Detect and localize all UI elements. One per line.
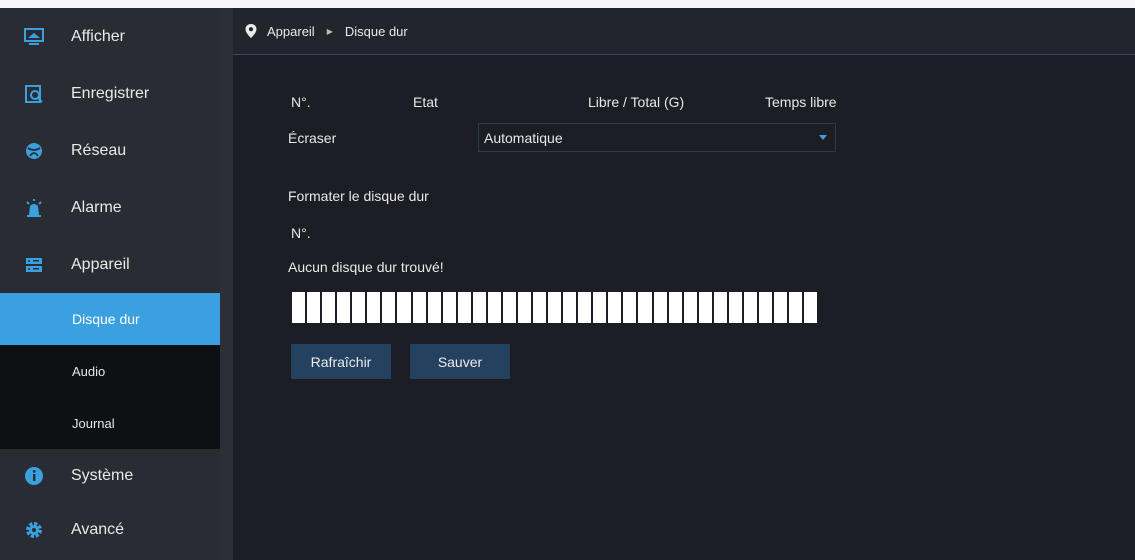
progress-segment xyxy=(502,292,516,323)
sidebar-item-label: Alarme xyxy=(71,198,122,216)
progress-segment xyxy=(412,292,426,323)
monitor-icon xyxy=(24,27,44,47)
format-progress-bar xyxy=(292,292,818,323)
sidebar-item-label: Avancé xyxy=(71,521,125,538)
record-search-icon xyxy=(24,84,44,104)
progress-segment xyxy=(548,292,562,323)
progress-segment xyxy=(804,292,818,323)
progress-segment xyxy=(774,292,788,323)
progress-segment xyxy=(337,292,351,323)
progress-segment xyxy=(322,292,336,323)
progress-segment xyxy=(668,292,682,323)
refresh-button[interactable]: Rafraîchir xyxy=(291,344,391,379)
column-header-etat: Etat xyxy=(413,94,438,110)
progress-segment xyxy=(487,292,501,323)
progress-segment xyxy=(457,292,471,323)
progress-segment xyxy=(789,292,803,323)
breadcrumb-separator-icon: ▶ xyxy=(326,26,333,36)
progress-segment xyxy=(367,292,381,323)
progress-segment xyxy=(397,292,411,323)
progress-segment xyxy=(352,292,366,323)
breadcrumb-parent[interactable]: Appareil xyxy=(267,24,315,39)
sidebar-item-alarme[interactable]: Alarme xyxy=(0,179,220,236)
sidebar-subitem-label: Disque dur xyxy=(72,311,140,327)
sidebar-subitem-audio[interactable]: Audio xyxy=(0,345,220,397)
progress-segment xyxy=(472,292,486,323)
column-header-temps-libre: Temps libre xyxy=(765,94,837,110)
progress-segment xyxy=(638,292,652,323)
sidebar-item-label: Réseau xyxy=(71,141,127,159)
progress-segment xyxy=(758,292,772,323)
sidebar-item-label: Appareil xyxy=(71,255,130,273)
sidebar-item-systeme[interactable]: Système xyxy=(0,449,220,503)
format-title: Formater le disque dur xyxy=(288,188,429,204)
progress-segment xyxy=(442,292,456,323)
overwrite-label: Écraser xyxy=(288,130,337,146)
progress-segment xyxy=(608,292,622,323)
save-button[interactable]: Sauver xyxy=(410,344,510,379)
progress-segment xyxy=(307,292,321,323)
sidebar-subitem-disque-dur[interactable]: Disque dur xyxy=(0,293,220,345)
progress-segment xyxy=(623,292,637,323)
column-header-libre-total: Libre / Total (G) xyxy=(588,94,685,110)
progress-segment xyxy=(292,292,306,323)
sidebar-item-label: Enregistrer xyxy=(71,84,150,102)
location-pin-icon xyxy=(245,24,257,38)
progress-segment xyxy=(578,292,592,323)
progress-segment xyxy=(713,292,727,323)
breadcrumb: Appareil ▶ Disque dur xyxy=(233,8,1135,55)
sidebar-item-label: Système xyxy=(71,467,134,484)
no-disk-message: Aucun disque dur trouvé! xyxy=(288,259,444,275)
device-icon xyxy=(24,255,44,275)
column-header-no: N°. xyxy=(291,94,311,110)
progress-segment xyxy=(517,292,531,323)
overwrite-select-value: Automatique xyxy=(484,129,563,146)
progress-segment xyxy=(728,292,742,323)
progress-segment xyxy=(427,292,441,323)
progress-segment xyxy=(743,292,757,323)
progress-segment xyxy=(382,292,396,323)
sidebar-item-avance[interactable]: Avancé xyxy=(0,503,220,557)
chevron-down-icon xyxy=(819,135,827,140)
progress-segment xyxy=(593,292,607,323)
sidebar-subitem-label: Journal xyxy=(72,415,115,431)
main-content: N°. Etat Libre / Total (G) Temps libre É… xyxy=(233,56,1135,560)
progress-segment xyxy=(563,292,577,323)
sidebar-item-appareil[interactable]: Appareil xyxy=(0,236,220,293)
info-icon xyxy=(24,466,44,486)
progress-segment xyxy=(698,292,712,323)
breadcrumb-current: Disque dur xyxy=(344,23,408,39)
progress-segment xyxy=(683,292,697,323)
gear-icon xyxy=(24,520,44,540)
format-no-label: N°. xyxy=(291,225,311,241)
progress-segment xyxy=(653,292,667,323)
alarm-icon xyxy=(24,198,44,218)
globe-icon xyxy=(24,141,44,161)
top-strip xyxy=(0,0,1135,8)
sidebar-item-reseau[interactable]: Réseau xyxy=(0,122,220,179)
progress-segment xyxy=(533,292,547,323)
sidebar-divider xyxy=(220,8,233,560)
overwrite-select[interactable]: Automatique xyxy=(478,123,836,152)
sidebar: Afficher Enregistrer Réseau Alarme Appar… xyxy=(0,8,220,560)
sidebar-item-afficher[interactable]: Afficher xyxy=(0,8,220,65)
sidebar-item-enregistrer[interactable]: Enregistrer xyxy=(0,65,220,122)
sidebar-subitem-journal[interactable]: Journal xyxy=(0,397,220,449)
sidebar-subitem-label: Audio xyxy=(72,363,106,379)
sidebar-item-label: Afficher xyxy=(71,27,125,45)
